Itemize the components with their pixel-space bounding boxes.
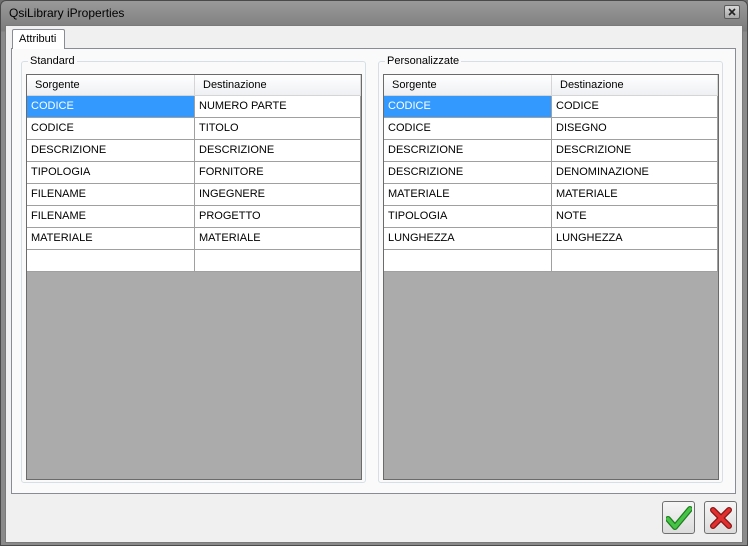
- table-row[interactable]: MATERIALE MATERIALE: [384, 184, 718, 206]
- cancel-button[interactable]: [704, 501, 737, 534]
- cell-sorgente[interactable]: LUNGHEZZA: [384, 228, 552, 250]
- tab-attributi[interactable]: Attributi: [12, 29, 65, 49]
- column-header-sorgente[interactable]: Sorgente: [27, 75, 195, 96]
- table-row[interactable]: LUNGHEZZA LUNGHEZZA: [384, 228, 718, 250]
- table-row[interactable]: DESCRIZIONE DENOMINAZIONE: [384, 162, 718, 184]
- cell-destinazione[interactable]: DENOMINAZIONE: [552, 162, 718, 184]
- cell-destinazione[interactable]: CODICE: [552, 96, 718, 118]
- ok-button[interactable]: [662, 501, 695, 534]
- table-row[interactable]: CODICE CODICE: [384, 96, 718, 118]
- cell-destinazione[interactable]: [552, 250, 718, 272]
- column-header-sorgente[interactable]: Sorgente: [384, 75, 552, 96]
- personalizzate-group: Personalizzate Sorgente Destinazione COD…: [378, 55, 723, 483]
- personalizzate-grid[interactable]: Sorgente Destinazione CODICE CODICE CODICE…: [383, 74, 719, 480]
- cell-sorgente[interactable]: [384, 250, 552, 272]
- title-bar[interactable]: QsiLibrary iProperties: [1, 1, 747, 25]
- cell-sorgente[interactable]: [27, 250, 195, 272]
- personalizzate-group-label: Personalizzate: [385, 55, 462, 67]
- table-row[interactable]: TIPOLOGIA FORNITORE: [27, 162, 361, 184]
- cell-sorgente[interactable]: DESCRIZIONE: [384, 140, 552, 162]
- close-icon: [728, 8, 736, 16]
- cell-sorgente[interactable]: CODICE: [384, 96, 552, 118]
- table-row[interactable]: [384, 250, 718, 272]
- table-row[interactable]: FILENAME PROGETTO: [27, 206, 361, 228]
- table-row[interactable]: [27, 250, 361, 272]
- standard-grid-body: CODICE NUMERO PARTE CODICE TITOLO DESCRIZION…: [27, 96, 361, 272]
- window-title: QsiLibrary iProperties: [9, 6, 125, 20]
- close-button[interactable]: [724, 5, 740, 19]
- personalizzate-grid-body: CODICE CODICE CODICE DISEGNO DESCRIZIONE DESC…: [384, 96, 718, 272]
- tab-page-attributi: Standard Sorgente Destinazione CODICE NUM…: [11, 48, 736, 494]
- cell-destinazione[interactable]: DESCRIZIONE: [552, 140, 718, 162]
- table-row[interactable]: DESCRIZIONE DESCRIZIONE: [27, 140, 361, 162]
- personalizzate-grid-header: Sorgente Destinazione: [384, 75, 718, 96]
- cell-destinazione[interactable]: LUNGHEZZA: [552, 228, 718, 250]
- cell-sorgente[interactable]: FILENAME: [27, 184, 195, 206]
- cell-destinazione[interactable]: NUMERO PARTE: [195, 96, 361, 118]
- standard-group-label: Standard: [28, 55, 77, 67]
- standard-grid-header: Sorgente Destinazione: [27, 75, 361, 96]
- table-row[interactable]: DESCRIZIONE DESCRIZIONE: [384, 140, 718, 162]
- cell-sorgente[interactable]: MATERIALE: [384, 184, 552, 206]
- cell-destinazione[interactable]: PROGETTO: [195, 206, 361, 228]
- cell-sorgente[interactable]: DESCRIZIONE: [384, 162, 552, 184]
- cell-sorgente[interactable]: MATERIALE: [27, 228, 195, 250]
- cell-destinazione[interactable]: TITOLO: [195, 118, 361, 140]
- table-row[interactable]: TIPOLOGIA NOTE: [384, 206, 718, 228]
- tab-label: Attributi: [19, 33, 57, 45]
- cell-destinazione[interactable]: FORNITORE: [195, 162, 361, 184]
- cell-destinazione[interactable]: DESCRIZIONE: [195, 140, 361, 162]
- cell-destinazione[interactable]: MATERIALE: [552, 184, 718, 206]
- cell-sorgente[interactable]: FILENAME: [27, 206, 195, 228]
- table-row[interactable]: CODICE NUMERO PARTE: [27, 96, 361, 118]
- cell-destinazione[interactable]: INGEGNERE: [195, 184, 361, 206]
- cell-destinazione[interactable]: MATERIALE: [195, 228, 361, 250]
- table-row[interactable]: MATERIALE MATERIALE: [27, 228, 361, 250]
- cell-sorgente[interactable]: DESCRIZIONE: [27, 140, 195, 162]
- table-row[interactable]: FILENAME INGEGNERE: [27, 184, 361, 206]
- cell-destinazione[interactable]: DISEGNO: [552, 118, 718, 140]
- cell-sorgente[interactable]: CODICE: [27, 96, 195, 118]
- column-header-destinazione[interactable]: Destinazione: [195, 75, 361, 96]
- cell-sorgente[interactable]: CODICE: [384, 118, 552, 140]
- checkmark-icon: [665, 505, 692, 530]
- cell-sorgente[interactable]: TIPOLOGIA: [384, 206, 552, 228]
- standard-grid[interactable]: Sorgente Destinazione CODICE NUMERO PARTE…: [26, 74, 362, 480]
- table-row[interactable]: CODICE TITOLO: [27, 118, 361, 140]
- app-window: QsiLibrary iProperties Attributi Standar…: [0, 0, 748, 546]
- cell-destinazione[interactable]: [195, 250, 361, 272]
- standard-group: Standard Sorgente Destinazione CODICE NUM…: [21, 55, 366, 483]
- dialog-body: Attributi Standard Sorgente Destinazione…: [5, 25, 743, 543]
- cell-sorgente[interactable]: TIPOLOGIA: [27, 162, 195, 184]
- table-row[interactable]: CODICE DISEGNO: [384, 118, 718, 140]
- x-icon: [709, 506, 732, 529]
- column-header-destinazione[interactable]: Destinazione: [552, 75, 718, 96]
- cell-sorgente[interactable]: CODICE: [27, 118, 195, 140]
- cell-destinazione[interactable]: NOTE: [552, 206, 718, 228]
